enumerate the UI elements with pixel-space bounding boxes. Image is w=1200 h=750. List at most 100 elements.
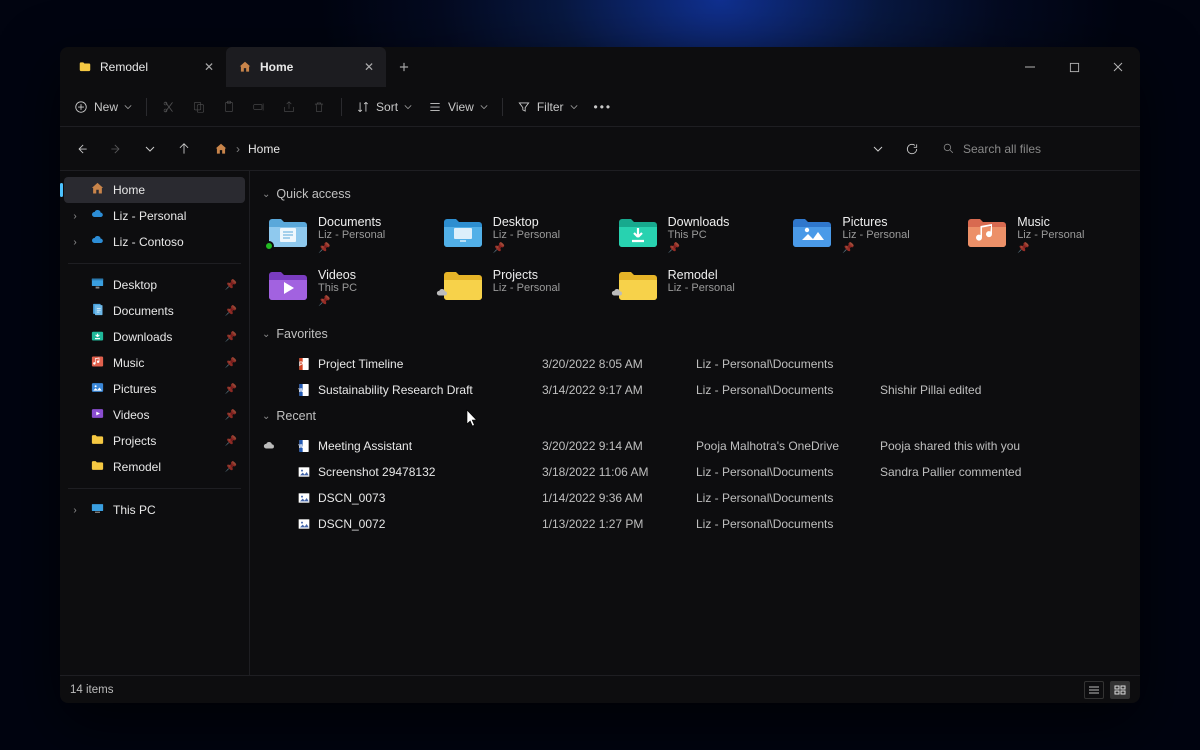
sidebar-item-projects[interactable]: Projects📌	[64, 428, 245, 454]
section-header-quick-access[interactable]: ⌄Quick access	[262, 187, 1128, 201]
minimize-button[interactable]	[1008, 47, 1052, 87]
sidebar-item-downloads[interactable]: Downloads📌	[64, 324, 245, 350]
up-button[interactable]	[170, 135, 198, 163]
copy-button[interactable]	[185, 93, 213, 121]
file-name: Project Timeline	[318, 357, 538, 371]
sidebar: Home › Liz - Personal › Liz - Contoso Desktop…	[60, 171, 250, 675]
view-button[interactable]: View	[422, 93, 494, 121]
breadcrumb[interactable]: › Home	[204, 134, 858, 164]
quick-access-item-projects[interactable]: ProjectsLiz - Personal	[437, 264, 604, 311]
sidebar-item-label: Liz - Personal	[113, 209, 186, 223]
item-title: Pictures	[842, 215, 909, 229]
file-name: DSCN_0072	[318, 517, 538, 531]
sidebar-item-label: Liz - Contoso	[113, 235, 184, 249]
file-date: 3/20/2022 8:05 AM	[542, 357, 692, 371]
pin-icon: 📌	[225, 306, 237, 317]
share-button[interactable]	[275, 93, 303, 121]
sort-label: Sort	[376, 100, 398, 114]
downloads-icon	[90, 328, 105, 346]
home-icon	[90, 181, 105, 199]
address-dropdown-button[interactable]	[864, 135, 892, 163]
item-title: Music	[1017, 215, 1084, 229]
desktop-folder-icon	[441, 215, 483, 249]
pin-icon: 📌	[225, 462, 237, 473]
file-location: Liz - Personal\Documents	[696, 465, 876, 479]
close-window-button[interactable]	[1096, 47, 1140, 87]
back-button[interactable]	[68, 135, 96, 163]
recent-locations-button[interactable]	[136, 135, 164, 163]
search-placeholder: Search all files	[963, 142, 1041, 156]
breadcrumb-segment[interactable]: Home	[248, 142, 280, 156]
quick-access-item-pictures[interactable]: PicturesLiz - Personal📌	[786, 211, 953, 258]
rename-button[interactable]	[245, 93, 273, 121]
quick-access-item-desktop[interactable]: DesktopLiz - Personal📌	[437, 211, 604, 258]
maximize-button[interactable]	[1052, 47, 1096, 87]
list-icon	[1088, 685, 1100, 695]
copy-icon	[192, 100, 206, 114]
file-row[interactable]: DSCN_00721/13/2022 1:27 PMLiz - Personal…	[262, 511, 1128, 537]
new-button[interactable]: New	[68, 93, 138, 121]
file-row[interactable]: PProject Timeline3/20/2022 8:05 AMLiz - …	[262, 351, 1128, 377]
tab-remodel[interactable]: Remodel ✕	[66, 47, 226, 87]
section-header-recent[interactable]: ⌄Recent	[262, 409, 1128, 423]
word-icon: W	[294, 382, 314, 398]
quick-access-item-downloads[interactable]: DownloadsThis PC📌	[612, 211, 779, 258]
new-tab-button[interactable]	[386, 47, 422, 87]
sidebar-item-home[interactable]: Home	[64, 177, 245, 203]
filter-button[interactable]: Filter	[511, 93, 584, 121]
thumbnails-view-button[interactable]	[1110, 681, 1130, 699]
documents-folder-icon	[266, 215, 308, 249]
file-name: Sustainability Research Draft	[318, 383, 538, 397]
section-header-favorites[interactable]: ⌄Favorites	[262, 327, 1128, 341]
sidebar-item-liz-contoso[interactable]: › Liz - Contoso	[64, 229, 245, 255]
file-row[interactable]: Screenshot 294781323/18/2022 11:06 AMLiz…	[262, 459, 1128, 485]
chevron-down-icon	[124, 103, 132, 111]
quick-access-item-documents[interactable]: DocumentsLiz - Personal📌	[262, 211, 429, 258]
sidebar-item-documents[interactable]: Documents📌	[64, 298, 245, 324]
folder-folder-icon	[441, 268, 483, 302]
recent-list: WMeeting Assistant3/20/2022 9:14 AMPooja…	[262, 433, 1128, 537]
folder-folder-icon	[616, 268, 658, 302]
quick-access-item-music[interactable]: MusicLiz - Personal📌	[961, 211, 1128, 258]
paste-button[interactable]	[215, 93, 243, 121]
music-folder-icon	[965, 215, 1007, 249]
sidebar-item-this-pc[interactable]: ›This PC	[64, 497, 245, 523]
quick-access-item-remodel[interactable]: RemodelLiz - Personal	[612, 264, 779, 311]
sidebar-item-videos[interactable]: Videos📌	[64, 402, 245, 428]
cut-button[interactable]	[155, 93, 183, 121]
expand-icon[interactable]: ›	[68, 237, 82, 248]
file-row[interactable]: DSCN_00731/14/2022 9:36 AMLiz - Personal…	[262, 485, 1128, 511]
sidebar-item-music[interactable]: Music📌	[64, 350, 245, 376]
more-button[interactable]: •••	[588, 93, 619, 121]
refresh-button[interactable]	[898, 135, 926, 163]
close-tab-icon[interactable]: ✕	[204, 60, 214, 74]
search-input[interactable]: Search all files	[932, 134, 1132, 164]
file-row[interactable]: WMeeting Assistant3/20/2022 9:14 AMPooja…	[262, 433, 1128, 459]
sidebar-item-label: Remodel	[113, 460, 161, 474]
sort-button[interactable]: Sort	[350, 93, 418, 121]
file-activity: Shishir Pillai edited	[880, 383, 1128, 397]
file-activity: Sandra Pallier commented	[880, 465, 1128, 479]
tab-label: Home	[260, 60, 293, 74]
sidebar-item-liz-personal[interactable]: › Liz - Personal	[64, 203, 245, 229]
pin-icon: 📌	[668, 243, 730, 254]
pin-icon: 📌	[318, 243, 385, 254]
pin-icon: 📌	[225, 410, 237, 421]
expand-icon[interactable]: ›	[68, 211, 82, 222]
expand-icon[interactable]: ›	[68, 505, 82, 516]
sidebar-item-desktop[interactable]: Desktop📌	[64, 272, 245, 298]
close-tab-icon[interactable]: ✕	[364, 60, 374, 74]
sidebar-item-label: Projects	[113, 434, 156, 448]
arrow-up-icon	[177, 142, 191, 156]
pin-icon: 📌	[225, 280, 237, 291]
tab-home[interactable]: Home ✕	[226, 47, 386, 87]
item-subtitle: This PC	[668, 229, 730, 241]
delete-button[interactable]	[305, 93, 333, 121]
file-row[interactable]: WSustainability Research Draft3/14/2022 …	[262, 377, 1128, 403]
sidebar-item-remodel[interactable]: Remodel 📌	[64, 454, 245, 480]
forward-button[interactable]	[102, 135, 130, 163]
sidebar-item-pictures[interactable]: Pictures📌	[64, 376, 245, 402]
details-view-button[interactable]	[1084, 681, 1104, 699]
arrow-right-icon	[109, 142, 123, 156]
quick-access-item-videos[interactable]: VideosThis PC📌	[262, 264, 429, 311]
